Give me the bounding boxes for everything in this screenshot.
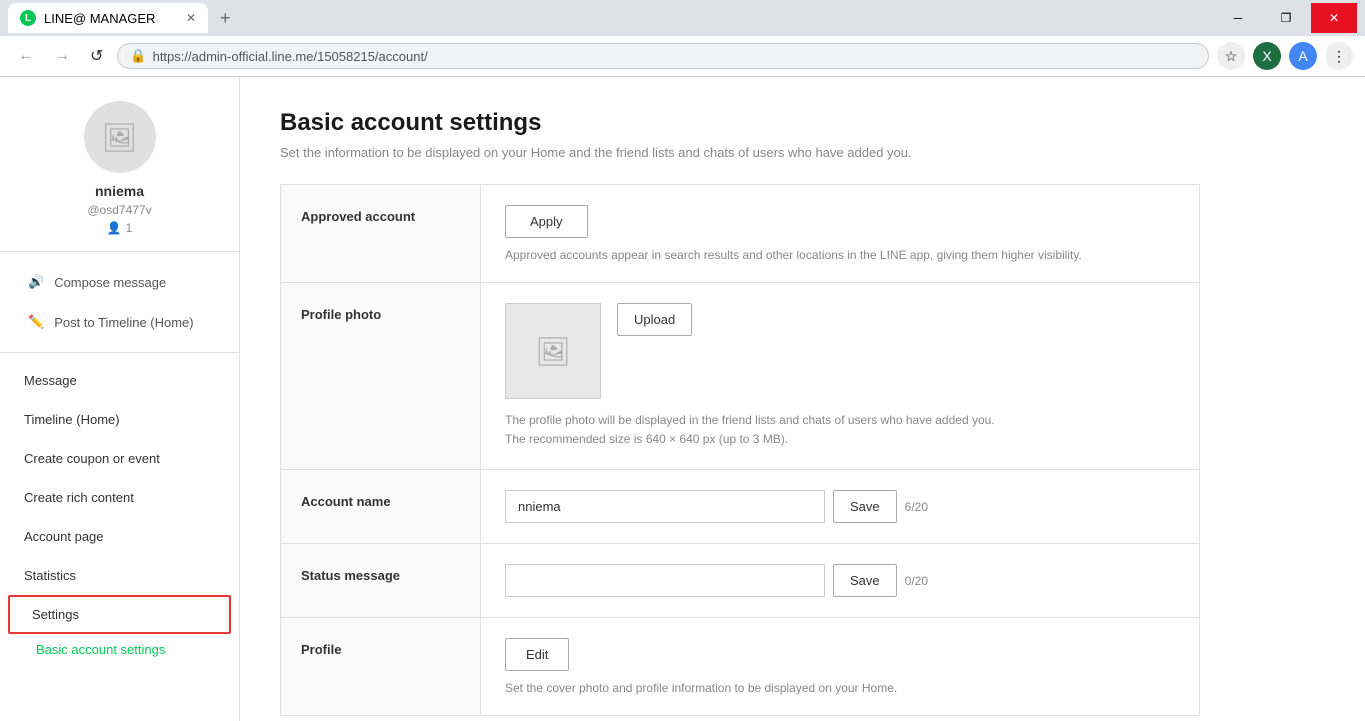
post-timeline-label: Post to Timeline (Home)	[54, 315, 193, 330]
sidebar-sub-item-basic-settings[interactable]: Basic account settings	[0, 634, 239, 665]
url-text: https://admin-official.line.me/15058215/…	[153, 49, 428, 64]
approved-account-label: Approved account	[281, 185, 481, 282]
back-button[interactable]: ←	[12, 43, 40, 69]
extension-button-green[interactable]: X	[1253, 42, 1281, 70]
status-message-value: Save 0/20	[481, 544, 1199, 617]
maximize-button[interactable]: ❐	[1263, 3, 1309, 33]
followers-icon: 👤	[107, 221, 122, 235]
profile-photo-row: Profile photo 🖼 Upload The profile photo…	[281, 283, 1199, 470]
account-name-row: Account name Save 6/20	[281, 470, 1199, 544]
main-content: Basic account settings Set the informati…	[240, 77, 1365, 721]
account-name-save-button[interactable]: Save	[833, 490, 897, 523]
sidebar-item-timeline[interactable]: Timeline (Home)	[0, 400, 239, 439]
approved-account-value: Apply Approved accounts appear in search…	[481, 185, 1199, 282]
profile-photo-label: Profile photo	[281, 283, 481, 469]
photo-description-line1: The profile photo will be displayed in t…	[505, 411, 1175, 449]
edit-icon: ✏️	[28, 314, 44, 330]
tab-favicon: L	[20, 10, 36, 26]
approved-account-row: Approved account Apply Approved accounts…	[281, 185, 1199, 283]
refresh-button[interactable]: ↺	[84, 42, 109, 70]
message-label: Message	[24, 373, 77, 388]
sidebar-profile: 🖼 nniema @osd7477v 👤 1	[0, 77, 239, 252]
sidebar-item-account-page[interactable]: Account page	[0, 517, 239, 556]
sidebar-item-statistics[interactable]: Statistics	[0, 556, 239, 595]
profile-followers: 👤 1	[107, 221, 133, 235]
forward-button[interactable]: →	[48, 43, 76, 69]
profile-label: Profile	[281, 618, 481, 715]
browser-titlebar: L LINE@ MANAGER ✕ + ─ ❐ ✕	[0, 0, 1365, 36]
browser-controls: ← → ↺ 🔒 https://admin-official.line.me/1…	[0, 36, 1365, 77]
rich-content-label: Create rich content	[24, 490, 134, 505]
page-title: Basic account settings	[280, 109, 1200, 137]
browser-chrome: L LINE@ MANAGER ✕ + ─ ❐ ✕ ← → ↺ 🔒 https:…	[0, 0, 1365, 77]
account-name-value: Save 6/20	[481, 470, 1199, 543]
photo-placeholder: 🖼	[505, 303, 601, 399]
timeline-label: Timeline (Home)	[24, 412, 120, 427]
browser-tab[interactable]: L LINE@ MANAGER ✕	[8, 3, 208, 33]
account-name-label: Account name	[281, 470, 481, 543]
account-name-input[interactable]	[505, 490, 825, 523]
sidebar: 🖼 nniema @osd7477v 👤 1 🔊 Compose message…	[0, 77, 240, 721]
app-layout: 🖼 nniema @osd7477v 👤 1 🔊 Compose message…	[0, 77, 1365, 721]
window-controls: ─ ❐ ✕	[1215, 3, 1357, 33]
profile-button[interactable]: A	[1289, 42, 1317, 70]
settings-label: Settings	[32, 607, 79, 622]
lock-icon: 🔒	[130, 48, 146, 64]
settings-table: Approved account Apply Approved accounts…	[280, 184, 1200, 716]
account-name-input-row: Save 6/20	[505, 490, 1175, 523]
profile-photo-value: 🖼 Upload The profile photo will be displ…	[481, 283, 1199, 469]
compose-label: Compose message	[54, 275, 166, 290]
status-message-label: Status message	[281, 544, 481, 617]
basic-settings-label: Basic account settings	[36, 642, 165, 657]
sidebar-item-coupon[interactable]: Create coupon or event	[0, 439, 239, 478]
page-content: Basic account settings Set the informati…	[240, 77, 1240, 721]
statistics-label: Statistics	[24, 568, 76, 583]
address-bar[interactable]: 🔒 https://admin-official.line.me/1505821…	[117, 43, 1209, 69]
apply-button[interactable]: Apply	[505, 205, 588, 238]
photo-desc-1: The profile photo will be displayed in t…	[505, 413, 995, 427]
sidebar-item-settings[interactable]: Settings	[8, 595, 231, 634]
menu-button[interactable]: ⋮	[1325, 42, 1353, 70]
profile-edit-button[interactable]: Edit	[505, 638, 569, 671]
tab-title: LINE@ MANAGER	[44, 11, 155, 26]
approved-account-description: Approved accounts appear in search resul…	[505, 248, 1175, 262]
profile-photo-area: 🖼 Upload	[505, 303, 1175, 399]
sidebar-item-rich-content[interactable]: Create rich content	[0, 478, 239, 517]
coupon-label: Create coupon or event	[24, 451, 160, 466]
sidebar-item-message[interactable]: Message	[0, 361, 239, 400]
tab-close-button[interactable]: ✕	[186, 11, 196, 25]
avatar-icon: 🖼	[102, 121, 138, 154]
avatar: 🖼	[84, 101, 156, 173]
sidebar-nav: Message Timeline (Home) Create coupon or…	[0, 353, 239, 721]
profile-value: Edit Set the cover photo and profile inf…	[481, 618, 1199, 715]
bookmark-button[interactable]: ☆	[1217, 42, 1245, 70]
upload-button[interactable]: Upload	[617, 303, 692, 336]
profile-row: Profile Edit Set the cover photo and pro…	[281, 618, 1199, 715]
followers-count: 1	[126, 221, 133, 235]
photo-placeholder-icon: 🖼	[535, 335, 571, 368]
new-tab-button[interactable]: +	[212, 4, 239, 33]
status-message-input-row: Save 0/20	[505, 564, 1175, 597]
profile-description: Set the cover photo and profile informat…	[505, 681, 1175, 695]
compose-message-button[interactable]: 🔊 Compose message	[16, 264, 223, 300]
account-page-label: Account page	[24, 529, 104, 544]
page-subtitle: Set the information to be displayed on y…	[280, 145, 1200, 160]
close-button[interactable]: ✕	[1311, 3, 1357, 33]
photo-desc-2: The recommended size is 640 × 640 px (up…	[505, 432, 788, 446]
status-message-row: Status message Save 0/20	[281, 544, 1199, 618]
status-message-save-button[interactable]: Save	[833, 564, 897, 597]
status-message-input[interactable]	[505, 564, 825, 597]
compose-icon: 🔊	[28, 274, 44, 290]
status-message-char-count: 0/20	[905, 574, 928, 588]
account-name-char-count: 6/20	[905, 500, 928, 514]
sidebar-actions: 🔊 Compose message ✏️ Post to Timeline (H…	[0, 252, 239, 353]
profile-name: nniema	[95, 183, 144, 199]
profile-id: @osd7477v	[87, 203, 151, 217]
post-timeline-button[interactable]: ✏️ Post to Timeline (Home)	[16, 304, 223, 340]
minimize-button[interactable]: ─	[1215, 3, 1261, 33]
browser-actions: ☆ X A ⋮	[1217, 42, 1353, 70]
